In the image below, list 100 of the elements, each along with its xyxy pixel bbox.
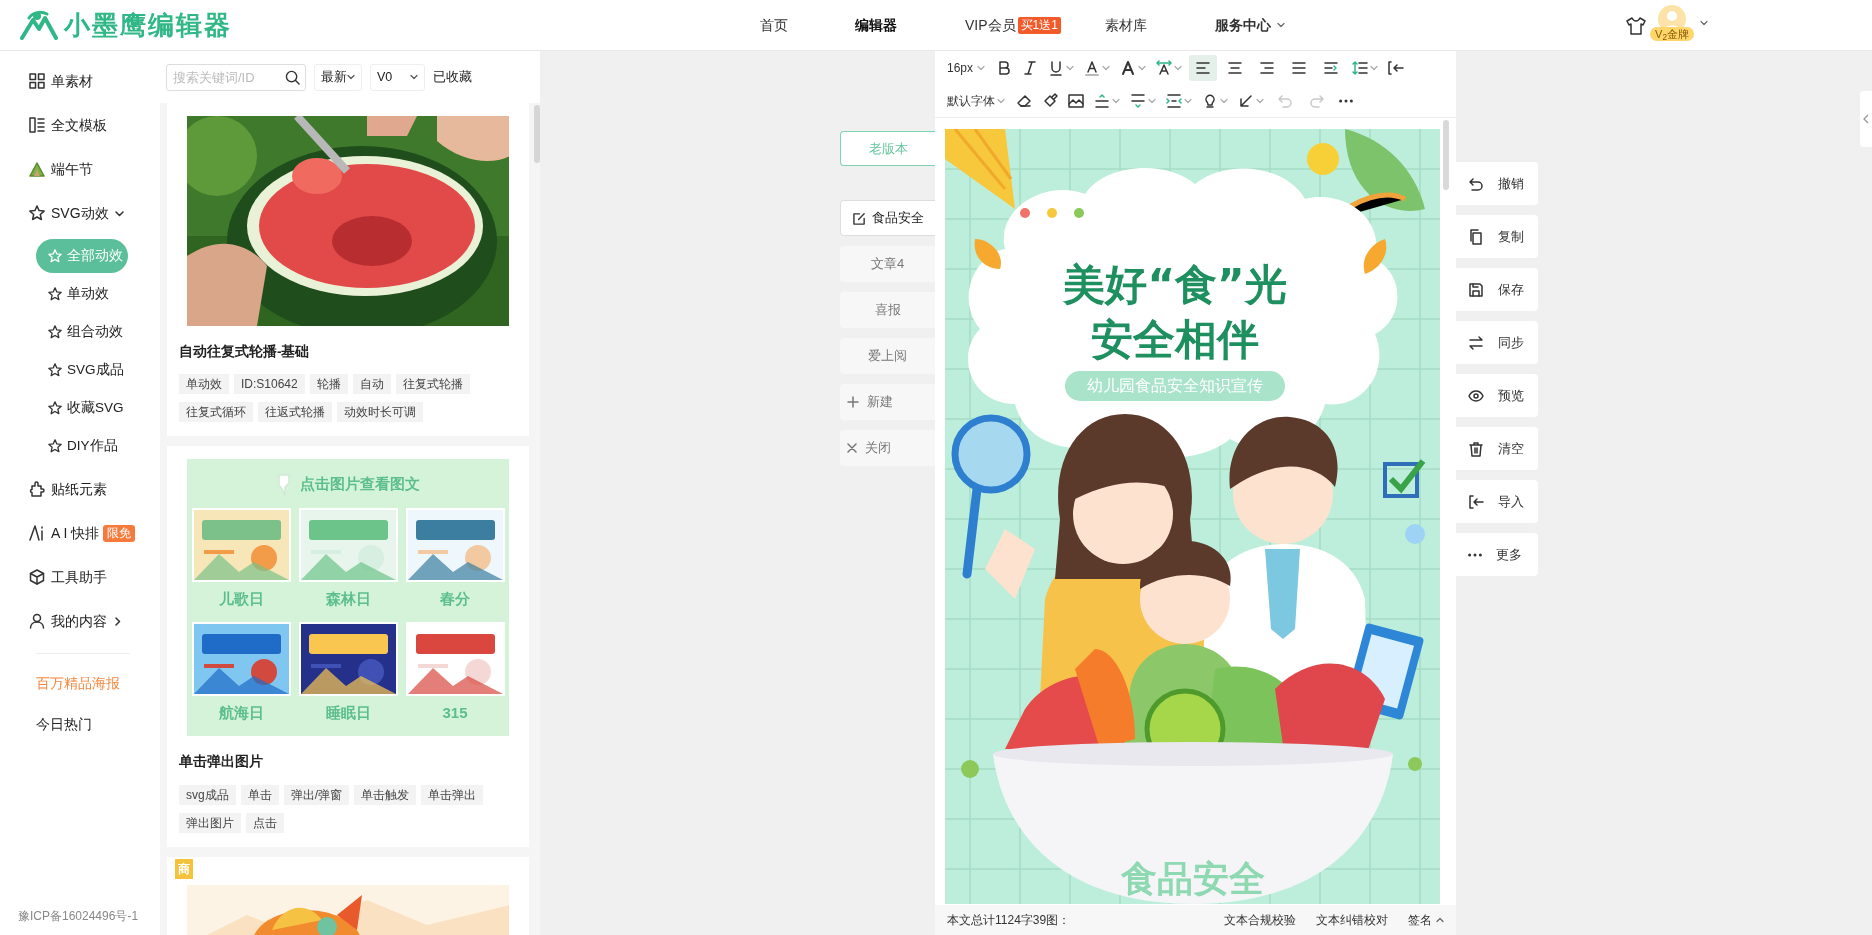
font-family-dropdown[interactable]: 默认字体: [947, 87, 1009, 114]
sync-icon: [1468, 334, 1484, 351]
word-count-text: 本文总计1124字39图：: [947, 912, 1071, 929]
align-button[interactable]: [1189, 54, 1218, 81]
sidebar-subitem[interactable]: DIY作品: [36, 429, 128, 463]
sidebar-item[interactable]: 工具助手: [0, 555, 160, 599]
sidebar-item[interactable]: A I 快排: [0, 511, 100, 555]
thumbnail-label: 315: [442, 703, 468, 724]
material-card[interactable]: 自动往复式轮播-基础 单动效 ID:S10642 轮播 自动 往复式轮播 往复式循环 往返式轮播 动效时长可调: [167, 103, 529, 437]
favorites-link[interactable]: 已收藏: [433, 67, 472, 87]
poster-title: 美好“食”光: [1063, 260, 1287, 309]
sidebar-subitem[interactable]: 收藏SVG: [36, 391, 128, 425]
sidebar-item[interactable]: 单素材: [0, 59, 160, 103]
scrollbar[interactable]: [534, 105, 540, 163]
action-button[interactable]: 保存: [1456, 268, 1538, 311]
trash-icon: [1468, 440, 1484, 457]
tag[interactable]: 轮播: [309, 374, 348, 395]
action-button[interactable]: 预览: [1456, 374, 1538, 417]
document-tab[interactable]: 文章4: [840, 246, 935, 282]
action-button[interactable]: 复制: [1456, 215, 1538, 258]
template-icon: [29, 117, 45, 133]
tag[interactable]: 单击触发: [354, 784, 417, 805]
nav-link[interactable]: 首页: [760, 10, 788, 40]
sort-dropdown[interactable]: 最新: [314, 63, 362, 91]
caret-icon: [1256, 97, 1264, 104]
close-icon: [847, 443, 857, 453]
action-button[interactable]: 撤销: [1456, 162, 1538, 205]
scrollbar[interactable]: [1443, 120, 1449, 190]
sidebar-item[interactable]: 端午节: [0, 147, 160, 191]
tag[interactable]: ID:S10642: [234, 374, 305, 395]
card-title: 单击弹出图片: [178, 753, 264, 772]
status-link[interactable]: 文本纠错校对: [1316, 911, 1388, 929]
tag[interactable]: 自动: [352, 374, 391, 395]
sidebar-subitem[interactable]: SVG成品: [36, 353, 128, 387]
poster-title: 安全相伴: [1091, 315, 1259, 364]
sidebar-link[interactable]: 今日热门: [0, 705, 160, 746]
bold-icon: [996, 59, 1013, 76]
signature-button[interactable]: 签名: [1408, 911, 1444, 929]
sidebar-item[interactable]: 我的内容: [0, 599, 160, 643]
sidebar-item[interactable]: 贴纸元素: [0, 467, 160, 511]
sidebar-subitem[interactable]: 单动效: [36, 277, 128, 311]
puzzle-icon: [29, 481, 45, 497]
font-size-dropdown[interactable]: 16px: [947, 54, 990, 81]
close-document-button[interactable]: 关闭: [840, 430, 935, 466]
caret-icon: [1148, 97, 1156, 104]
tag[interactable]: svg成品: [179, 784, 236, 805]
poster-footer-title: 食品安全: [1121, 858, 1265, 899]
thumbnail-label: 睡眠日: [325, 703, 371, 724]
grid-icon: [29, 73, 45, 89]
thumbnail-label: 航海日: [218, 703, 264, 724]
tag[interactable]: 弹出图片: [179, 812, 241, 833]
nav-link[interactable]: VIP会员: [965, 10, 1016, 40]
edit-icon: [852, 211, 866, 225]
more-icon: [1468, 552, 1482, 557]
align-icon: [1227, 59, 1244, 76]
tag[interactable]: 往复式轮播: [395, 374, 470, 395]
star-icon: [48, 401, 62, 415]
tag[interactable]: 弹出/弹窗: [283, 784, 350, 805]
dot-icon: [1408, 757, 1422, 771]
document-tab[interactable]: 喜报: [840, 292, 935, 328]
sidebar-item[interactable]: SVG动效: [0, 191, 160, 235]
action-button[interactable]: 同步: [1456, 321, 1538, 364]
caret-icon: [1220, 97, 1228, 104]
nav-link[interactable]: 编辑器: [855, 10, 897, 40]
tag[interactable]: 单击弹出: [421, 784, 484, 805]
tag[interactable]: 单击: [240, 784, 279, 805]
version-dropdown[interactable]: V0: [370, 63, 425, 91]
search-field[interactable]: 搜索关键词/ID: [166, 63, 306, 91]
action-button[interactable]: 清空: [1456, 427, 1538, 470]
tag[interactable]: 点击: [246, 812, 284, 833]
star-icon: [48, 249, 62, 263]
action-button[interactable]: 导入: [1456, 480, 1538, 523]
new-document-button[interactable]: 新建: [840, 384, 935, 420]
logo-text: 小墨鹰编辑器: [64, 8, 232, 42]
caret-icon: [1112, 97, 1120, 104]
status-link[interactable]: 文本合规校验: [1224, 911, 1296, 929]
tag[interactable]: 往复式循环: [179, 402, 253, 423]
chevron-left-icon: [1863, 114, 1869, 124]
align-icon: [1291, 59, 1308, 76]
sidebar-item[interactable]: 全文模板: [0, 103, 160, 147]
paragraph-spacing-icon: [1166, 92, 1182, 109]
dot-icon: [1047, 208, 1057, 218]
action-button[interactable]: 更多: [1456, 533, 1538, 576]
tag[interactable]: 动效时长可调: [337, 402, 423, 423]
undo-icon: [1277, 92, 1293, 109]
caret-icon: [1184, 97, 1192, 104]
dot-icon: [1405, 524, 1425, 544]
star-icon: [29, 205, 45, 221]
tag[interactable]: 往返式轮播: [258, 402, 332, 423]
caret-icon: [1066, 64, 1075, 71]
tag[interactable]: 单动效: [179, 374, 229, 395]
nav-link[interactable]: 素材库: [1105, 10, 1147, 40]
commercial-badge: 商: [175, 858, 193, 879]
document-tab[interactable]: 食品安全: [840, 200, 935, 236]
material-card[interactable]: 点击图片查看图文 儿歌日 森林日 春分 航海日 睡眠日 315 单击弹出图片 svg成品 单击 弹出/弹窗 单击触发 单击弹出 弹出图片 点击: [167, 446, 529, 847]
nav-link[interactable]: 服务中心: [1215, 10, 1285, 40]
promo-badge: 限免: [103, 524, 136, 542]
sidebar-subitem[interactable]: 组合动效: [36, 315, 128, 349]
thumbnail-label: 森林日: [325, 588, 371, 609]
document-tab[interactable]: 爱上阅: [840, 338, 935, 374]
